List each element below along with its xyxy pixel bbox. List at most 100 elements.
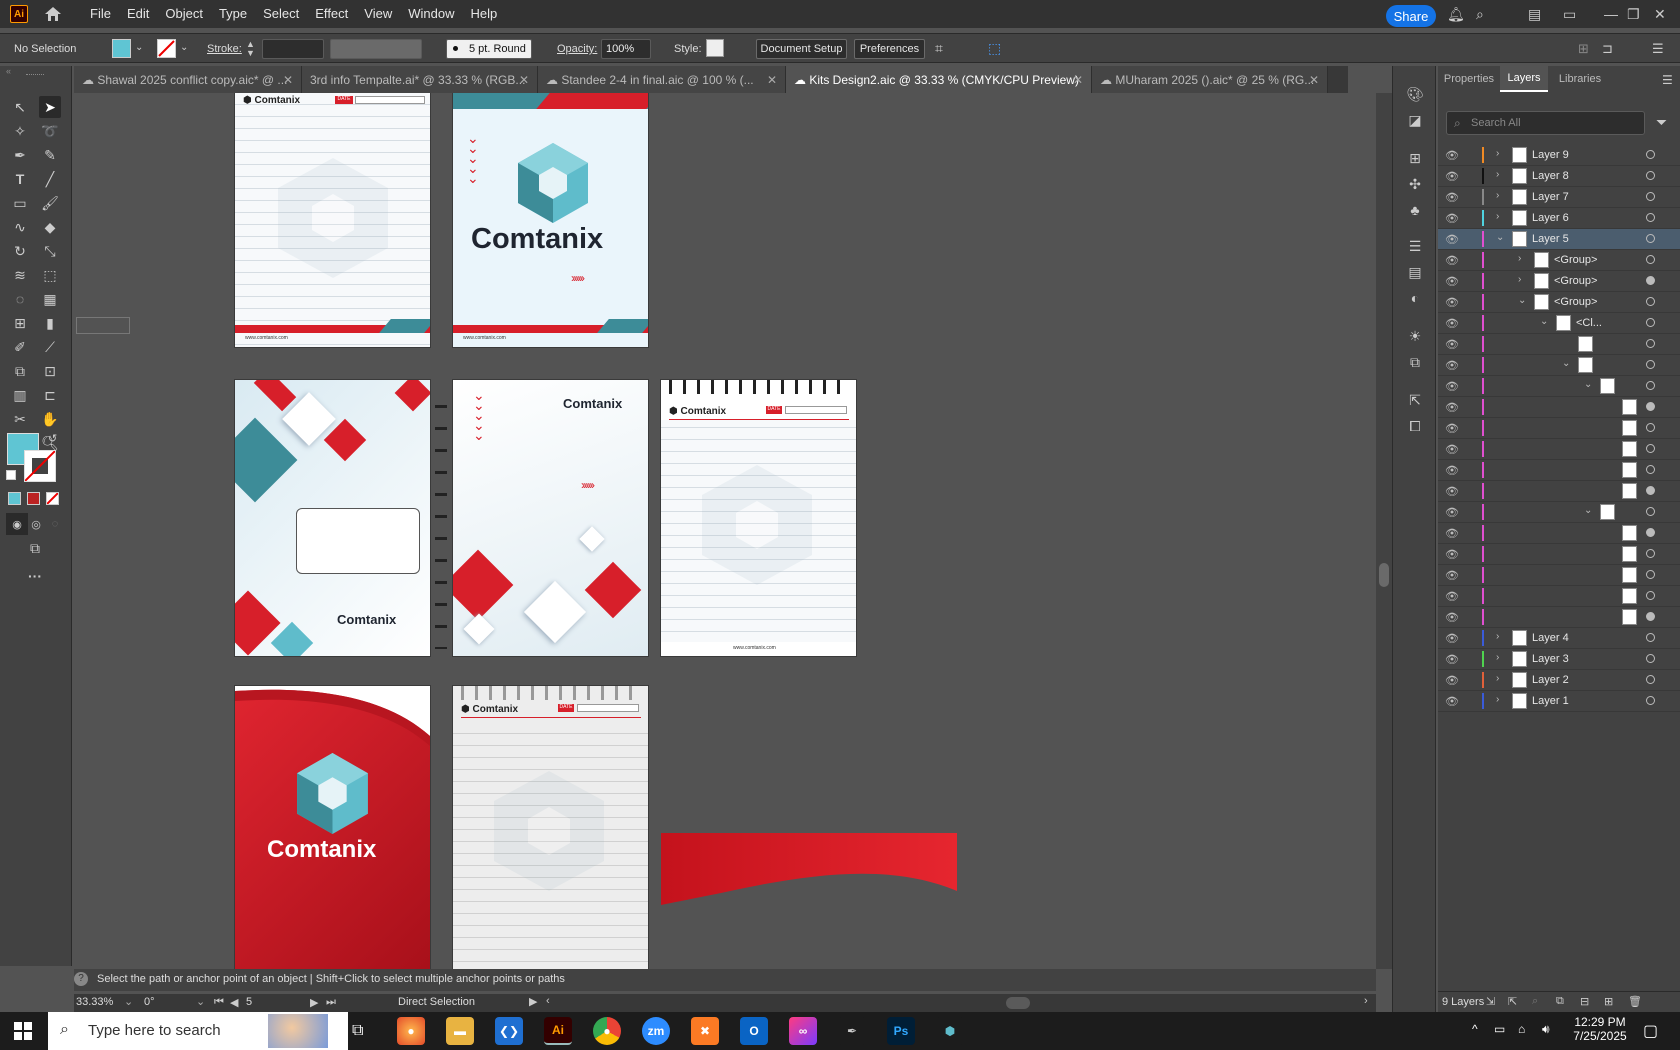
- stroke-weight-field[interactable]: [262, 39, 324, 59]
- opacity-label[interactable]: Opacity:: [557, 43, 597, 55]
- scroll-left-icon[interactable]: ‹: [546, 995, 550, 1007]
- visibility-eye-icon[interactable]: 👁︎: [1445, 359, 1459, 372]
- target-circle-icon[interactable]: [1646, 255, 1655, 264]
- visibility-eye-icon[interactable]: 👁︎: [1445, 149, 1459, 162]
- last-artboard-icon[interactable]: ⏭: [326, 996, 336, 1009]
- artboard-letterhead[interactable]: ⬢ Comtanix DATE www.comtanix.com: [235, 93, 430, 347]
- zoom-icon[interactable]: zm: [642, 1017, 670, 1045]
- artboard-notepad[interactable]: ⬢ Comtanix DATE www.comtanix.com: [661, 380, 856, 656]
- volume-icon[interactable]: 🔊︎: [1542, 1022, 1550, 1037]
- filter-icon[interactable]: ⏷: [1656, 114, 1667, 131]
- windows-start-icon[interactable]: [14, 1022, 32, 1040]
- graph-tool-icon[interactable]: ▥: [9, 384, 31, 406]
- artboard-red-cover[interactable]: Comtanix: [235, 686, 430, 969]
- target-circle-icon[interactable]: [1646, 402, 1655, 411]
- menu-effect[interactable]: Effect: [307, 0, 356, 28]
- layer-name[interactable]: <Cl...: [1576, 317, 1602, 329]
- target-circle-icon[interactable]: [1646, 339, 1655, 348]
- tab-shawal[interactable]: ☁︎ Shawal 2025 conflict copy.aic* @ ... ✕: [74, 66, 302, 93]
- new-sublayer-icon[interactable]: ⊟: [1580, 995, 1589, 1008]
- layer-row[interactable]: 👁︎ › Layer 9: [1438, 145, 1680, 166]
- graphic-styles-icon[interactable]: ⧉: [1405, 352, 1425, 372]
- chrome-icon[interactable]: ●: [593, 1017, 621, 1045]
- menu-edit[interactable]: Edit: [119, 0, 157, 28]
- slice-tool-icon[interactable]: ✂: [9, 408, 31, 430]
- help-icon[interactable]: ?: [74, 972, 88, 986]
- layer-row[interactable]: 👁︎ ⌄ <Group>: [1438, 292, 1680, 313]
- direct-selection-tool-icon[interactable]: ➤: [39, 96, 61, 118]
- workspace-icon[interactable]: ▭: [1563, 6, 1576, 23]
- layer-row[interactable]: 👁︎ ⌄: [1438, 502, 1680, 523]
- layer-name[interactable]: Layer 9: [1532, 149, 1569, 161]
- delete-layer-icon[interactable]: 🗑︎: [1628, 995, 1642, 1008]
- layer-row[interactable]: 👁︎ › Layer 2: [1438, 670, 1680, 691]
- target-circle-icon[interactable]: [1646, 549, 1655, 558]
- menu-help[interactable]: Help: [462, 0, 505, 28]
- visibility-eye-icon[interactable]: 👁︎: [1445, 695, 1459, 708]
- stroke-color-swatch[interactable]: [24, 450, 56, 482]
- blend-tool-icon[interactable]: ⧉: [9, 360, 31, 382]
- symbol-sprayer-icon[interactable]: ⊡: [39, 360, 61, 382]
- eyedropper-icon[interactable]: ✐: [9, 336, 31, 358]
- current-tool-label[interactable]: Direct Selection: [398, 996, 475, 1008]
- document-setup-button[interactable]: Document Setup: [756, 39, 847, 59]
- layer-row[interactable]: 👁︎ ⌄: [1438, 355, 1680, 376]
- target-circle-icon[interactable]: [1646, 591, 1655, 600]
- layer-row[interactable]: 👁︎: [1438, 397, 1680, 418]
- expand-toggle-icon[interactable]: ⌄: [1584, 505, 1592, 516]
- empty-artboard[interactable]: [76, 317, 130, 334]
- selection-tool-icon[interactable]: ↖: [9, 96, 31, 118]
- arrange-documents-icon[interactable]: ⊞: [1578, 41, 1589, 57]
- menu-file[interactable]: File: [82, 0, 119, 28]
- layer-name[interactable]: Layer 4: [1532, 632, 1569, 644]
- visibility-eye-icon[interactable]: 👁︎: [1445, 632, 1459, 645]
- line-tool-icon[interactable]: ╱: [39, 168, 61, 190]
- layer-name[interactable]: Layer 3: [1532, 653, 1569, 665]
- layer-name[interactable]: Layer 7: [1532, 191, 1569, 203]
- outlook-icon[interactable]: O: [740, 1017, 768, 1045]
- artboard-notebook-back[interactable]: ⌄ ⌄ ⌄ ⌄ ⌄ Comtanix ››››››: [453, 380, 648, 656]
- bell-icon[interactable]: 🔔︎: [1447, 6, 1465, 23]
- layer-row[interactable]: 👁︎: [1438, 523, 1680, 544]
- share-button[interactable]: Share: [1386, 5, 1436, 27]
- layer-row[interactable]: 👁︎: [1438, 418, 1680, 439]
- shaper-tool-icon[interactable]: ∿: [9, 216, 31, 238]
- arrange-icon[interactable]: ▤: [1528, 6, 1541, 23]
- layer-row[interactable]: 👁︎: [1438, 586, 1680, 607]
- pen-app-icon[interactable]: ✒: [838, 1017, 866, 1045]
- target-circle-icon[interactable]: [1646, 444, 1655, 453]
- chevron-down-icon[interactable]: ⌄: [135, 42, 143, 53]
- stroke-swatch[interactable]: [157, 39, 176, 58]
- align-icon[interactable]: ⌗: [935, 40, 943, 57]
- type-tool-icon[interactable]: T: [9, 168, 31, 190]
- layer-row[interactable]: 👁︎ › <Group>: [1438, 250, 1680, 271]
- expand-toggle-icon[interactable]: ⌄: [1562, 358, 1570, 369]
- variable-width-field[interactable]: [330, 39, 422, 59]
- horizontal-scrollbar-thumb[interactable]: [1006, 997, 1030, 1009]
- first-artboard-icon[interactable]: ⏮: [214, 996, 224, 1009]
- expand-toggle-icon[interactable]: ›: [1518, 274, 1521, 285]
- paintbrush-icon[interactable]: 🖌︎: [39, 192, 61, 214]
- gradient-panel-icon[interactable]: ▤: [1405, 262, 1425, 282]
- layer-row[interactable]: 👁︎ ⌄ Layer 5: [1438, 229, 1680, 250]
- layer-row[interactable]: 👁︎ › Layer 1: [1438, 691, 1680, 712]
- canvas[interactable]: ⬢ Comtanix DATE www.comtanix.com ⌄ ⌄ ⌄ ⌄ ⌄ C…: [74, 93, 1376, 969]
- layer-row[interactable]: 👁︎: [1438, 607, 1680, 628]
- menu-type[interactable]: Type: [211, 0, 255, 28]
- target-circle-icon[interactable]: [1646, 381, 1655, 390]
- layer-name[interactable]: Layer 5: [1532, 233, 1569, 245]
- edit-toolbar-icon[interactable]: ···: [24, 565, 46, 587]
- expand-toggle-icon[interactable]: ›: [1496, 190, 1499, 201]
- home-icon[interactable]: [42, 3, 64, 25]
- target-circle-icon[interactable]: [1646, 696, 1655, 705]
- measure-icon[interactable]: ⟋: [39, 336, 61, 358]
- expand-toggle-icon[interactable]: ⌄: [1584, 379, 1592, 390]
- expand-toggle-icon[interactable]: ›: [1496, 631, 1499, 642]
- collect-export-icon[interactable]: ⇲: [1486, 995, 1495, 1008]
- draw-inside-icon[interactable]: ◌: [44, 513, 66, 535]
- next-artboard-icon[interactable]: ▶: [310, 996, 318, 1009]
- target-circle-icon[interactable]: [1646, 276, 1655, 285]
- mesh-tool-icon[interactable]: ⊞: [9, 312, 31, 334]
- tab-properties[interactable]: Properties: [1438, 66, 1500, 92]
- layer-row[interactable]: 👁︎ › <Group>: [1438, 271, 1680, 292]
